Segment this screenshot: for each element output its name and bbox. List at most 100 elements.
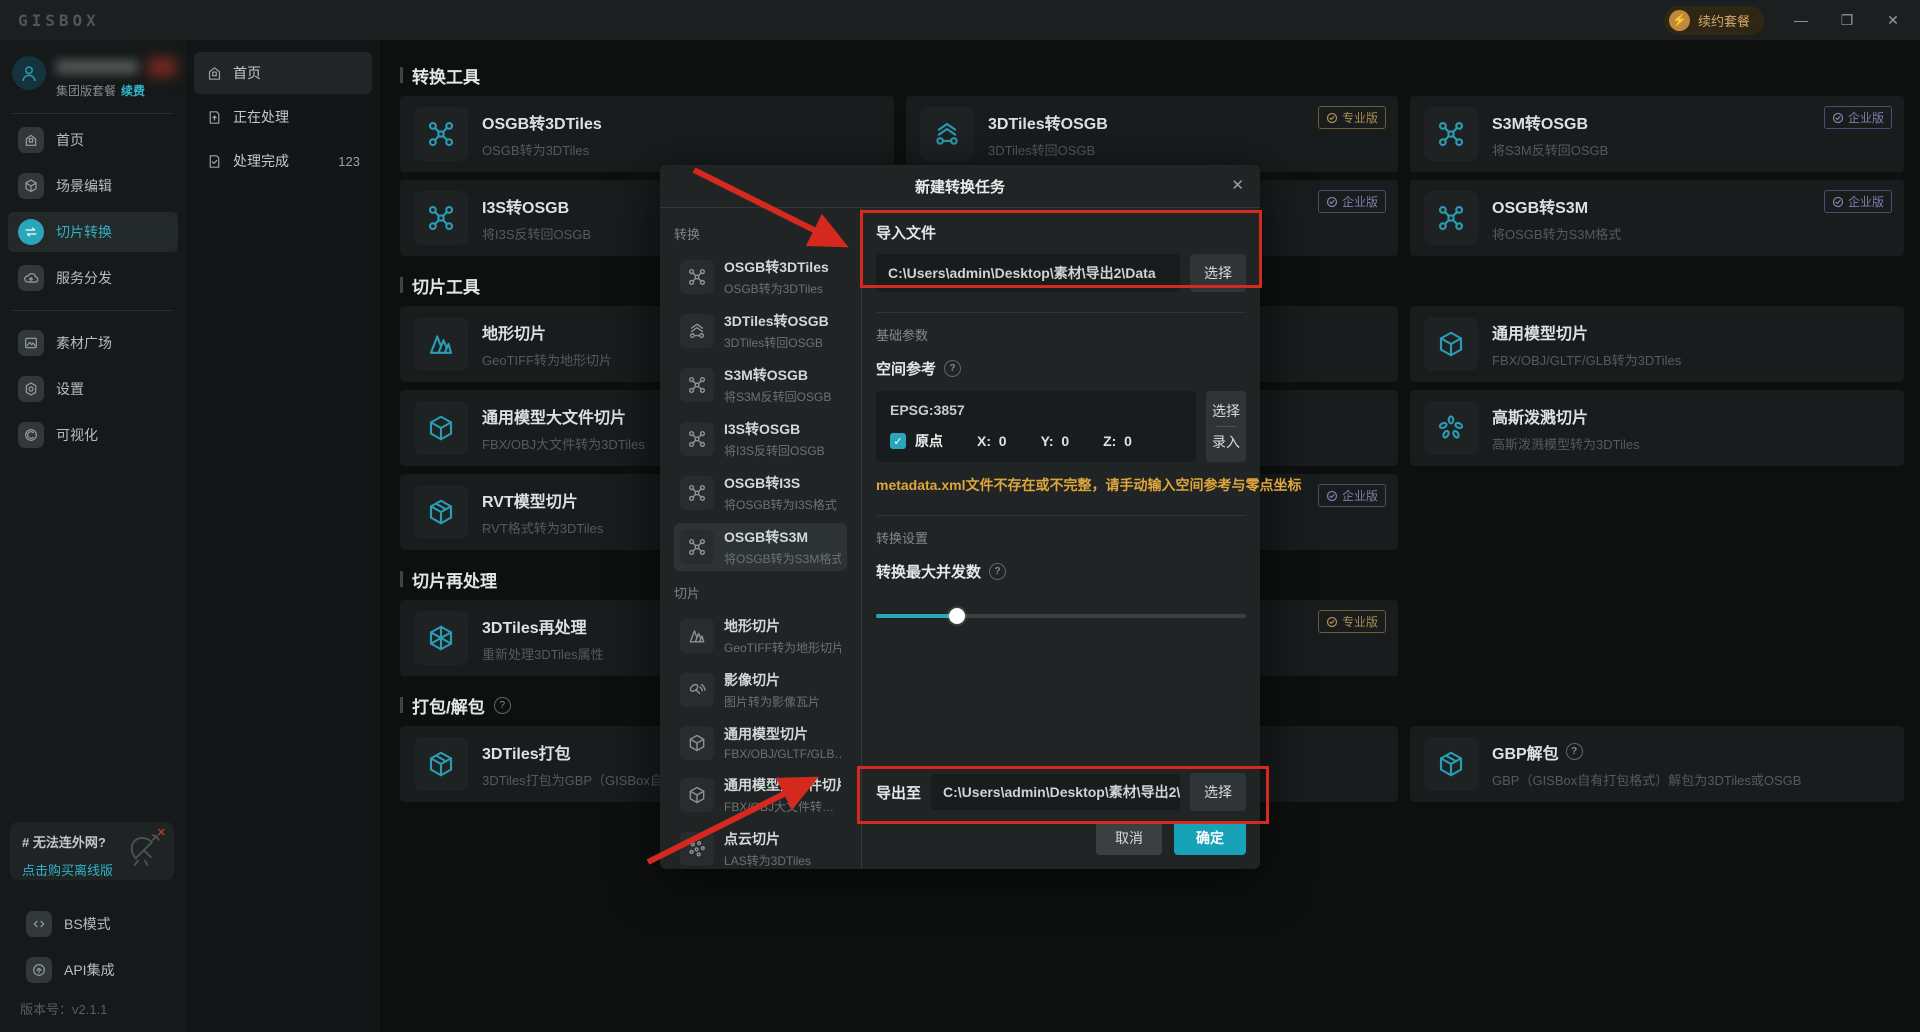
spatial-ref-box[interactable]: EPSG:3857 ✓ 原点 X: 0 Y: 0 Z: 0 bbox=[876, 391, 1196, 462]
tool-card-title: 3DTiles再处理 bbox=[482, 619, 587, 637]
spatial-choose-button[interactable]: 选择 bbox=[1212, 401, 1240, 421]
concurrency-slider[interactable] bbox=[876, 608, 1246, 624]
renew-link[interactable]: 续费 bbox=[121, 84, 145, 98]
tool-card-subtitle: 高斯泼溅模型转为3DTiles bbox=[1492, 436, 1640, 452]
gear-icon bbox=[18, 376, 44, 402]
spatial-enter-button[interactable]: 录入 bbox=[1212, 432, 1240, 452]
task-sidebar-item-completed[interactable]: 处理完成 123 bbox=[194, 140, 372, 182]
menu-item-title: OSGB转I3S bbox=[724, 475, 801, 491]
docup-icon bbox=[206, 109, 223, 126]
sidebar-item-api-integration[interactable]: API集成 bbox=[16, 950, 170, 990]
task-sidebar-item-processing[interactable]: 正在处理 bbox=[194, 96, 372, 138]
coord-x[interactable]: X: 0 bbox=[977, 433, 1007, 449]
user-profile[interactable]: 集团版套餐 续费 bbox=[0, 40, 186, 111]
tool-card[interactable]: OSGB转3DTiles OSGB转为3DTiles bbox=[400, 96, 894, 172]
modal-menu-item[interactable]: S3M转OSGB 将S3M反转回OSGB bbox=[674, 361, 847, 409]
tool-card[interactable]: GBP解包? GBP（GISBox自有打包格式）解包为3DTiles或OSGB bbox=[1410, 726, 1904, 802]
close-icon[interactable]: ✕ bbox=[1231, 176, 1244, 194]
tool-card-subtitle: OSGB转为3DTiles bbox=[482, 142, 590, 158]
mountain-icon bbox=[680, 619, 714, 653]
viz-icon bbox=[18, 422, 44, 448]
coord-y[interactable]: Y: 0 bbox=[1041, 433, 1070, 449]
section-title: 切片再处理 bbox=[412, 571, 497, 591]
help-icon[interactable]: ? bbox=[493, 696, 511, 714]
import-path-input[interactable]: C:\Users\admin\Desktop\素材\导出2\Data bbox=[876, 254, 1180, 292]
tool-card[interactable]: 通用模型切片 FBX/OBJ/GLTF/GLB转为3DTiles bbox=[1410, 306, 1904, 382]
help-icon[interactable]: ? bbox=[989, 563, 1007, 580]
tool-card-title: I3S转OSGB bbox=[482, 199, 570, 217]
dialog-title: 新建转换任务 bbox=[914, 178, 1005, 196]
sidebar-item-settings[interactable]: 设置 bbox=[8, 369, 178, 409]
restore-button[interactable]: ❐ bbox=[1838, 12, 1856, 29]
cube-icon bbox=[1424, 317, 1478, 371]
import-choose-button[interactable]: 选择 bbox=[1190, 254, 1246, 292]
modal-menu-item[interactable]: 通用模型切片 FBX/OBJ/GLTF/GLB… bbox=[674, 720, 847, 765]
minimize-button[interactable]: — bbox=[1792, 12, 1810, 28]
tool-card-subtitle: GeoTIFF转为地形切片 bbox=[482, 352, 613, 368]
modal-menu-item[interactable]: 通用模型大文件切片 FBX/OBJ大文件转… bbox=[674, 771, 847, 819]
import-file-label: 导入文件 bbox=[876, 225, 937, 242]
offline-promo-card[interactable]: # 无法连外网? 点击购买离线版 ✕ bbox=[10, 822, 174, 880]
cube-icon bbox=[680, 778, 714, 812]
slider-thumb[interactable] bbox=[949, 608, 966, 624]
menu-item-subtitle: 将OSGB转为S3M格式 bbox=[724, 552, 841, 566]
tool-card[interactable]: 高斯泼溅切片 高斯泼溅模型转为3DTiles bbox=[1410, 390, 1904, 466]
menu-group-label: 转换 bbox=[674, 227, 701, 242]
export-path-input[interactable]: C:\Users\admin\Desktop\素材\导出2\o… bbox=[931, 774, 1180, 810]
modal-menu-item[interactable]: 地形切片 GeoTIFF转为地形切片 bbox=[674, 612, 847, 660]
tool-card-subtitle: 重新处理3DTiles属性 bbox=[482, 646, 604, 662]
checkcircle-icon bbox=[1326, 196, 1338, 208]
menu-item-title: 通用模型切片 bbox=[724, 726, 808, 742]
sidebar-item-visualization[interactable]: 可视化 bbox=[8, 415, 178, 455]
sidebar-item-home[interactable]: 首页 bbox=[8, 120, 178, 160]
menu-item-title: 通用模型大文件切片 bbox=[724, 777, 841, 793]
renew-plan-button[interactable]: ⚡ 续约套餐 bbox=[1663, 5, 1764, 35]
tool-card-title: RVT模型切片 bbox=[482, 493, 578, 511]
badge-professional: 专业版 bbox=[1317, 106, 1386, 129]
user-name-blurred bbox=[56, 56, 176, 78]
tool-card-subtitle: 将I3S反转回OSGB bbox=[482, 226, 592, 242]
conversion-type-menu: 转换 OSGB转3DTiles OSGB转为3DTiles 3DTiles转OSGB 3… bbox=[660, 208, 862, 869]
tool-card-subtitle: GBP（GISBox自有打包格式）解包为3DTiles或OSGB bbox=[1492, 772, 1802, 788]
help-icon[interactable]: ? bbox=[944, 360, 962, 377]
tool-card[interactable]: S3M转OSGB 将S3M反转回OSGB 企业版 bbox=[1410, 96, 1904, 172]
menu-item-subtitle: 3DTiles转回OSGB bbox=[724, 336, 823, 350]
mountain-icon bbox=[414, 317, 468, 371]
section-title: 转换工具 bbox=[412, 67, 480, 87]
cancel-button[interactable]: 取消 bbox=[1096, 821, 1162, 855]
badge-label: 企业版 bbox=[1341, 195, 1378, 209]
confirm-button[interactable]: 确定 bbox=[1174, 821, 1246, 855]
cloudup-icon bbox=[18, 265, 44, 291]
modal-menu-item[interactable]: 点云切片 LAS转为3DTiles bbox=[674, 825, 847, 869]
menu-item-title: 点云切片 bbox=[724, 831, 780, 847]
tool-card[interactable]: 3DTiles转OSGB 3DTiles转回OSGB 专业版 bbox=[906, 96, 1398, 172]
help-icon[interactable]: ? bbox=[1565, 743, 1583, 760]
badge-label: 企业版 bbox=[1847, 195, 1884, 209]
tool-card-title: 通用模型切片 bbox=[1492, 325, 1589, 343]
modal-menu-item[interactable]: OSGB转S3M 将OSGB转为S3M格式 bbox=[674, 523, 847, 571]
close-button[interactable]: ✕ bbox=[1884, 12, 1902, 29]
modal-menu-item[interactable]: OSGB转I3S 将OSGB转为I3S格式 bbox=[674, 469, 847, 517]
tool-card[interactable]: OSGB转S3M 将OSGB转为S3M格式 企业版 bbox=[1410, 180, 1904, 256]
modal-menu-item[interactable]: OSGB转3DTiles OSGB转为3DTiles bbox=[674, 253, 847, 301]
badge-enterprise: 企业版 bbox=[1823, 106, 1892, 129]
menu-item-title: 影像切片 bbox=[724, 672, 780, 688]
origin-checkbox[interactable]: ✓ bbox=[890, 433, 906, 449]
basic-params-label: 基础参数 bbox=[876, 328, 929, 343]
drone-icon bbox=[1424, 191, 1478, 245]
convert-settings-label: 转换设置 bbox=[876, 531, 929, 546]
menu-item-title: I3S转OSGB bbox=[724, 421, 801, 437]
modal-menu-item[interactable]: 影像切片 图片转为影像瓦片 bbox=[674, 666, 847, 714]
task-sidebar-item-home[interactable]: 首页 bbox=[194, 52, 372, 94]
sidebar-item-scene-edit[interactable]: 场景编辑 bbox=[8, 166, 178, 206]
coord-z[interactable]: Z: 0 bbox=[1103, 433, 1132, 449]
section-accent-bar bbox=[400, 277, 403, 293]
renew-plan-label: 续约套餐 bbox=[1697, 13, 1750, 29]
modal-menu-item[interactable]: 3DTiles转OSGB 3DTiles转回OSGB bbox=[674, 307, 847, 355]
sidebar-item-bs-mode[interactable]: BS模式 bbox=[16, 904, 170, 944]
sidebar-item-asset-market[interactable]: 素材广场 bbox=[8, 323, 178, 363]
modal-menu-item[interactable]: I3S转OSGB 将I3S反转回OSGB bbox=[674, 415, 847, 463]
export-choose-button[interactable]: 选择 bbox=[1190, 773, 1246, 811]
sidebar-item-service-distribute[interactable]: 服务分发 bbox=[8, 258, 178, 298]
sidebar-item-slice-convert[interactable]: 切片转换 bbox=[8, 212, 178, 252]
